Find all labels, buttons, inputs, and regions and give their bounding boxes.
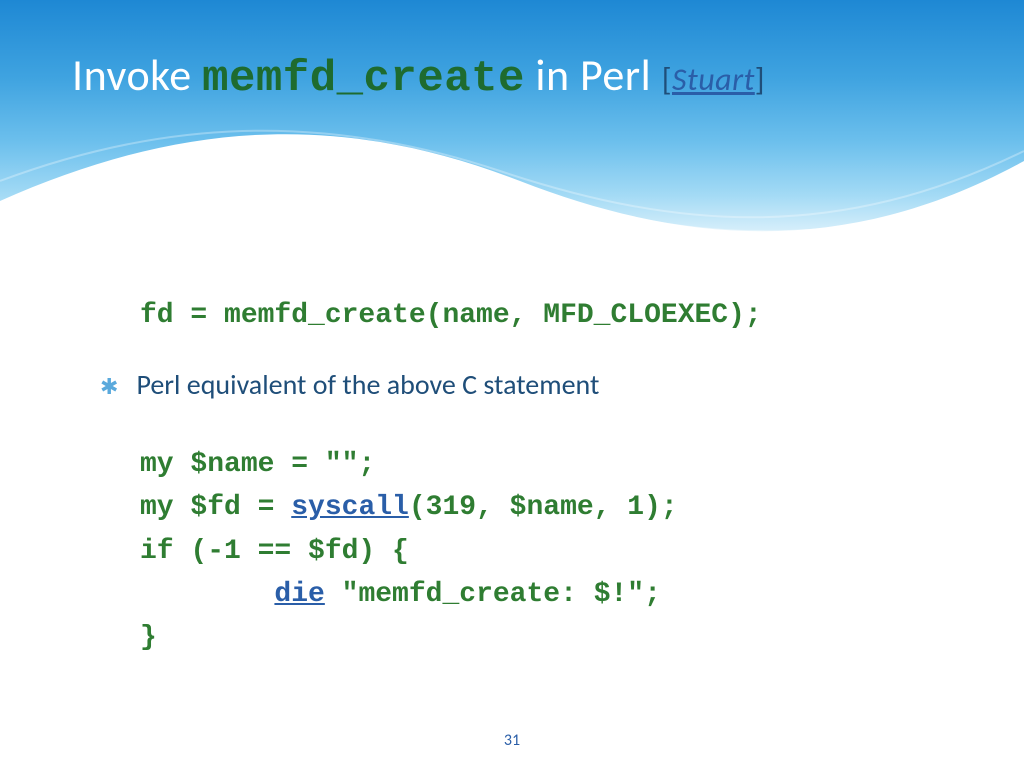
bullet-item: ✱ Perl equivalent of the above C stateme… [100, 367, 934, 403]
title-mono: memfd_create [202, 54, 525, 104]
slide-title: Invoke memfd_create in Perl [Stuart] [72, 48, 765, 104]
title-ref: [Stuart] [662, 60, 765, 99]
slide-header: Invoke memfd_create in Perl [Stuart] [0, 0, 1024, 260]
ref-link[interactable]: Stuart [672, 60, 755, 99]
c-code: fd = memfd_create(name, MFD_CLOEXEC); [140, 300, 934, 331]
perl-line-4b: "memfd_create: $!"; [325, 579, 661, 610]
wave-decoration [0, 81, 1024, 260]
page-number: 31 [0, 731, 1024, 750]
perl-line-5: } [140, 622, 157, 653]
perl-line-4-pad [140, 579, 274, 610]
perl-line-2a: my $fd = [140, 492, 291, 523]
perl-line-3: if (-1 == $fd) { [140, 536, 409, 567]
title-pre: Invoke [72, 48, 202, 102]
syscall-link[interactable]: syscall [291, 492, 409, 523]
bullet-icon: ✱ [100, 372, 118, 403]
bullet-text: Perl equivalent of the above C statement [136, 367, 599, 402]
perl-line-2b: (319, $name, 1); [409, 492, 678, 523]
ref-close: ] [755, 60, 765, 99]
die-link[interactable]: die [274, 579, 324, 610]
slide-body: fd = memfd_create(name, MFD_CLOEXEC); ✱ … [0, 260, 1024, 660]
ref-open: [ [662, 60, 672, 99]
perl-code-block: my $name = ""; my $fd = syscall(319, $na… [140, 443, 934, 660]
perl-line-1: my $name = ""; [140, 449, 375, 480]
title-post: in Perl [525, 48, 662, 102]
